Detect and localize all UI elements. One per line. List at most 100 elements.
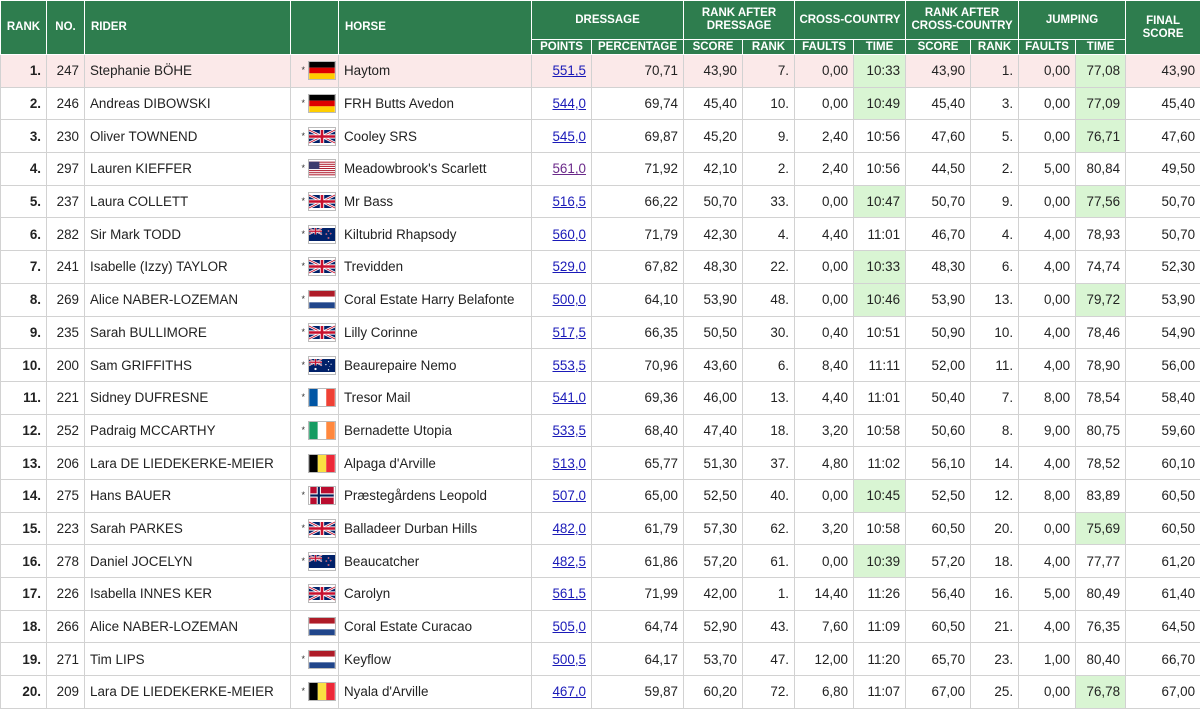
dressage-points-link[interactable]: 561,0 (552, 161, 586, 176)
rank-cell: 3. (0, 119, 47, 154)
dressage-points-link[interactable]: 500,0 (552, 292, 586, 307)
horse-cell: Haytom (338, 54, 532, 88)
xc-faults-cell: 4,80 (794, 446, 855, 480)
flag-cell: * (290, 511, 339, 546)
number-cell: 241 (46, 250, 85, 284)
jumping-time-cell: 80,49 (1075, 577, 1127, 611)
rider-cell: Lara DE LIEDEKERKE-MEIER (84, 675, 291, 709)
xc-time-cell: 10:58 (853, 511, 907, 546)
dressage-points-cell: 561,0 (531, 152, 592, 186)
dressage-points-link[interactable]: 560,0 (552, 227, 586, 242)
header-final-score: FINAL SCORE (1125, 0, 1200, 55)
subheader-jumping-time: TIME (1075, 39, 1127, 55)
united-kingdom-flag-icon (308, 126, 336, 146)
dressage-points-link[interactable]: 505,0 (552, 619, 586, 634)
dressage-points-link[interactable]: 529,0 (552, 259, 586, 274)
flag-cell: * (290, 478, 339, 513)
dressage-points-link[interactable]: 541,0 (552, 390, 586, 405)
subheader-xc-rank: RANK (970, 39, 1020, 55)
united-kingdom-flag-icon (308, 257, 336, 277)
star-icon: * (301, 326, 305, 337)
jumping-faults-cell: 0,00 (1018, 119, 1077, 154)
flag-cell: * (290, 119, 339, 154)
dressage-points-link[interactable]: 507,0 (552, 488, 586, 503)
dressage-score-cell: 42,30 (683, 217, 744, 252)
horse-cell: Lilly Corinne (338, 315, 532, 350)
dressage-score-cell: 52,50 (683, 478, 744, 513)
jumping-faults-cell: 0,00 (1018, 511, 1077, 546)
xc-score-cell: 52,00 (905, 348, 972, 382)
xc-faults-cell: 0,00 (794, 478, 855, 513)
star-icon: * (301, 653, 305, 664)
number-cell: 223 (46, 511, 85, 546)
dressage-points-link[interactable]: 561,5 (552, 586, 586, 601)
dressage-score-cell: 60,20 (683, 675, 744, 709)
table-row: 19. 271 Tim LIPS * Keyflow 500,5 64,17 53,70 47.… (0, 642, 1200, 677)
jumping-faults-cell: 8,00 (1018, 380, 1077, 415)
dressage-points-link[interactable]: 533,5 (552, 423, 586, 438)
jumping-faults-cell: 0,00 (1018, 184, 1077, 219)
xc-score-cell: 56,10 (905, 446, 972, 480)
dressage-score-cell: 51,30 (683, 446, 744, 480)
number-cell: 247 (46, 54, 85, 88)
table-row: 10. 200 Sam GRIFFITHS * Beaurepaire Nemo 553,… (0, 348, 1200, 382)
xc-score-cell: 60,50 (905, 609, 972, 644)
dressage-percentage-cell: 71,79 (590, 217, 685, 252)
horse-cell: Alpaga d'Arville (338, 446, 532, 480)
germany-flag-icon (308, 61, 336, 81)
xc-score-cell: 43,90 (905, 54, 972, 88)
xc-score-cell: 44,50 (905, 152, 972, 186)
dressage-points-link[interactable]: 516,5 (552, 194, 586, 209)
xc-score-cell: 60,50 (905, 511, 972, 546)
dressage-points-link[interactable]: 517,5 (552, 325, 586, 340)
new-zealand-flag-icon (308, 224, 336, 244)
dressage-points-link[interactable]: 513,0 (552, 456, 586, 471)
xc-score-cell: 50,70 (905, 184, 972, 219)
number-cell: 271 (46, 642, 85, 677)
dressage-percentage-cell: 69,74 (590, 86, 685, 121)
final-score-cell: 61,40 (1125, 577, 1200, 611)
star-icon: * (301, 490, 305, 501)
dressage-points-link[interactable]: 467,0 (552, 684, 586, 699)
jumping-faults-cell: 5,00 (1018, 577, 1077, 611)
dressage-points-link[interactable]: 482,0 (552, 521, 586, 536)
dressage-points-link[interactable]: 545,0 (552, 129, 586, 144)
rank-cell: 1. (0, 54, 47, 88)
dressage-points-link[interactable]: 544,0 (552, 96, 586, 111)
dressage-score-cell: 53,90 (683, 282, 744, 317)
dressage-rank-cell: 37. (742, 446, 796, 480)
rank-cell: 9. (0, 315, 47, 350)
dressage-rank-cell: 22. (742, 250, 796, 284)
dressage-points-link[interactable]: 482,5 (552, 554, 586, 569)
number-cell: 200 (46, 348, 85, 382)
star-icon: * (301, 228, 305, 239)
star-icon: * (301, 98, 305, 109)
flag-cell: * (290, 86, 339, 121)
dressage-rank-cell: 40. (742, 478, 796, 513)
subheader-xc-faults: FAULTS (794, 39, 855, 55)
flag-cell: * (290, 54, 339, 88)
dressage-points-link[interactable]: 500,5 (552, 652, 586, 667)
dressage-points-link[interactable]: 553,5 (552, 358, 586, 373)
jumping-time-cell: 77,77 (1075, 544, 1127, 578)
xc-score-cell: 67,00 (905, 675, 972, 709)
rank-cell: 4. (0, 152, 47, 186)
dressage-score-cell: 43,90 (683, 54, 744, 88)
dressage-percentage-cell: 64,17 (590, 642, 685, 677)
horse-cell: Keyflow (338, 642, 532, 677)
table-row: 13. 206 Lara DE LIEDEKERKE-MEIER Alpaga d'A… (0, 446, 1200, 480)
xc-faults-cell: 2,40 (794, 152, 855, 186)
jumping-time-cell: 78,93 (1075, 217, 1127, 252)
xc-faults-cell: 14,40 (794, 577, 855, 611)
ireland-flag-icon (308, 420, 336, 440)
dressage-percentage-cell: 71,92 (590, 152, 685, 186)
xc-rank-cell: 21. (970, 609, 1020, 644)
rider-cell: Padraig MCCARTHY (84, 413, 291, 448)
star-icon: * (301, 130, 305, 141)
rank-cell: 14. (0, 478, 47, 513)
star-icon: * (301, 261, 305, 272)
horse-cell: Coral Estate Harry Belafonte (338, 282, 532, 317)
xc-rank-cell: 2. (970, 152, 1020, 186)
xc-time-cell: 10:56 (853, 152, 907, 186)
dressage-points-link[interactable]: 551,5 (552, 63, 586, 78)
